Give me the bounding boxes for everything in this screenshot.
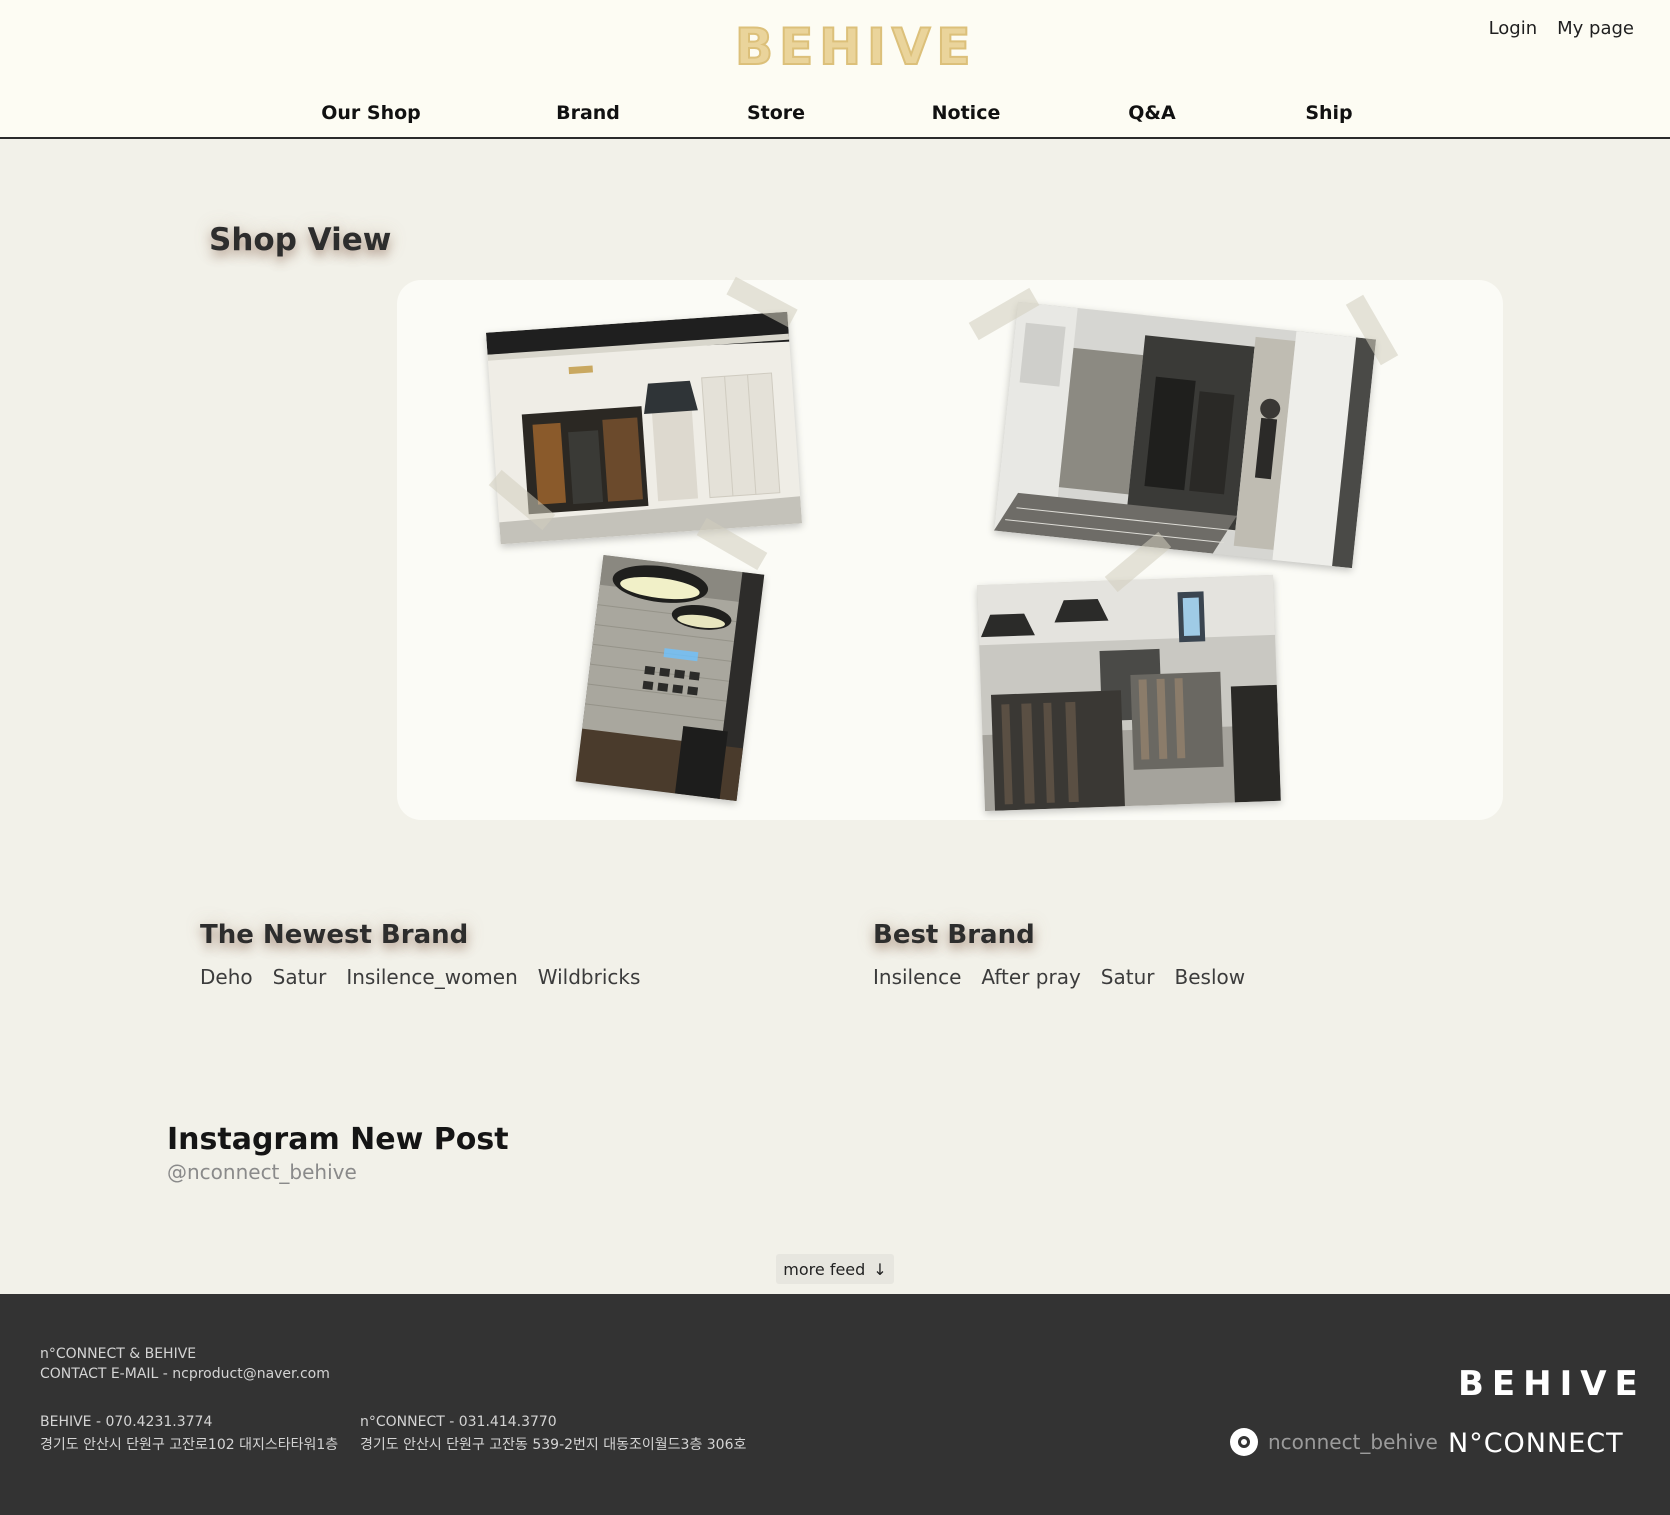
shop-photo-interior-wall[interactable] [575, 554, 765, 802]
newest-brand-list: Deho Satur Insilence_women Wildbricks [200, 965, 640, 989]
brand-link[interactable]: Insilence_women [346, 965, 517, 989]
interior-wall-image [575, 554, 765, 802]
footer-behive-address: 경기도 안산시 단원구 고잔로102 대지스타타워1층 [40, 1437, 339, 1453]
account-links: Login My page [1489, 18, 1634, 39]
brand-link[interactable]: After pray [981, 965, 1080, 989]
footer-company: n°CONNECT & BEHIVE [40, 1346, 197, 1362]
footer-instagram-link[interactable]: nconnect_behive [1230, 1428, 1438, 1456]
nav-store[interactable]: Store [747, 102, 805, 124]
arrow-down-icon: ↓ [873, 1259, 887, 1279]
nav-our-shop[interactable]: Our Shop [321, 102, 421, 124]
footer-instagram-handle: nconnect_behive [1268, 1430, 1438, 1454]
mypage-link[interactable]: My page [1557, 18, 1634, 39]
best-brand-list: Insilence After pray Satur Beslow [873, 965, 1245, 989]
shop-photo-interior-racks[interactable] [977, 574, 1281, 812]
instagram-icon [1230, 1428, 1258, 1456]
more-feed-button[interactable]: more feed ↓ [776, 1254, 894, 1284]
brand-link[interactable]: Beslow [1175, 965, 1246, 989]
footer-logo[interactable]: BEHIVE [1458, 1364, 1646, 1404]
brand-link[interactable]: Insilence [873, 965, 961, 989]
entrance-image [993, 301, 1377, 569]
brand-link[interactable]: Wildbricks [538, 965, 641, 989]
newest-brand-title: The Newest Brand [200, 920, 469, 950]
nconnect-logo[interactable]: N°CONNECT [1448, 1428, 1624, 1459]
brand-link[interactable]: Satur [273, 965, 327, 989]
footer-contact: CONTACT E-MAIL - ncproduct@naver.com [40, 1366, 330, 1382]
main-nav: Our Shop Brand Store Notice Q&A Ship [0, 102, 1670, 132]
nav-notice[interactable]: Notice [932, 102, 1001, 124]
login-link[interactable]: Login [1489, 18, 1538, 39]
instagram-title: Instagram New Post [167, 1122, 509, 1157]
nav-ship[interactable]: Ship [1305, 102, 1352, 124]
shop-view-title: Shop View [209, 222, 392, 258]
nav-qa[interactable]: Q&A [1128, 102, 1175, 124]
best-brand-title: Best Brand [873, 920, 1035, 950]
shop-view-panel [397, 276, 1503, 820]
footer-nconnect-phone: n°CONNECT - 031.414.3770 [360, 1414, 557, 1430]
interior-racks-image [977, 574, 1281, 812]
site-logo[interactable]: BEHIVE [734, 17, 972, 77]
footer-behive-phone: BEHIVE - 070.4231.3774 [40, 1414, 213, 1430]
site-footer: n°CONNECT & BEHIVE CONTACT E-MAIL - ncpr… [0, 1294, 1670, 1515]
more-feed-label: more feed [783, 1259, 866, 1279]
nav-brand[interactable]: Brand [556, 102, 620, 124]
footer-nconnect-address: 경기도 안산시 단원구 고잔동 539-2번지 대동조이월드3층 306호 [360, 1437, 747, 1453]
shop-photo-entrance[interactable] [993, 301, 1377, 569]
site-header: BEHIVE Login My page Our Shop Brand Stor… [0, 0, 1670, 139]
brand-link[interactable]: Satur [1101, 965, 1155, 989]
brand-link[interactable]: Deho [200, 965, 253, 989]
instagram-handle[interactable]: @nconnect_behive [167, 1160, 357, 1184]
